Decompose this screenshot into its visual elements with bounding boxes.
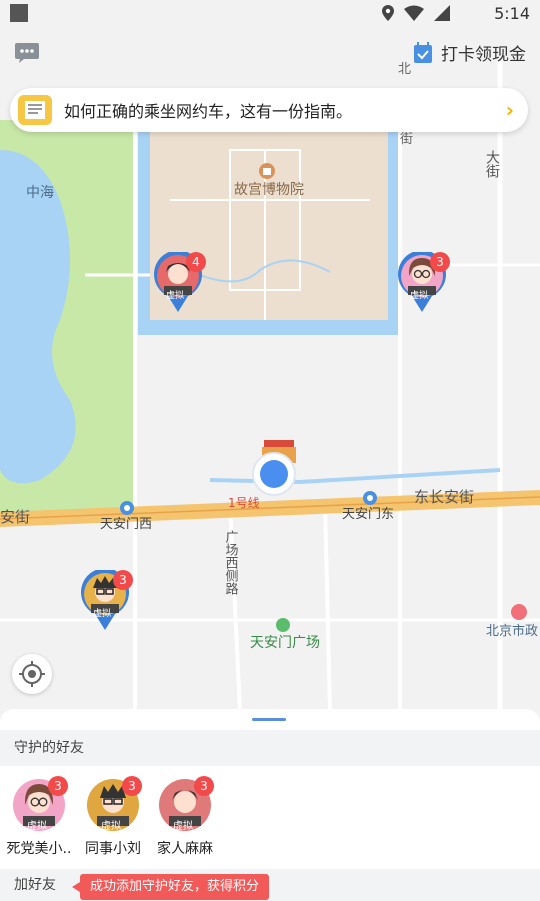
friend-item-1[interactable]: 虚拟 3 死党美小.. [0, 776, 78, 858]
friend-count-badge: 3 [122, 776, 142, 796]
newspaper-icon [18, 95, 52, 125]
map-label-palace: 故宫博物院 [234, 181, 304, 198]
signal-icon [434, 5, 450, 21]
notice-text: 如何正确的乘坐网约车，这有一份指南。 [64, 102, 353, 121]
map-label-east-changan: 东长安街 [414, 488, 474, 506]
status-time: 5:14 [494, 4, 530, 23]
app-notification-icon [10, 4, 28, 22]
map-label-line1: 1号线 [228, 496, 260, 510]
map-label-tiananmen-east: 天安门东 [342, 507, 394, 522]
notice-banner[interactable]: 如何正确的乘坐网约车，这有一份指南。 › [10, 88, 528, 132]
marker-count-badge: 4 [186, 252, 206, 272]
status-bar: 5:14 [0, 0, 540, 28]
locate-button[interactable] [12, 654, 52, 694]
chat-icon[interactable] [14, 42, 40, 64]
friend-count-badge: 3 [194, 776, 214, 796]
friend-tag: 虚拟 [27, 821, 47, 832]
map-marker-friend-2[interactable]: 虚拟 3 [396, 252, 450, 314]
friend-count-badge: 3 [48, 776, 68, 796]
marker-tag: 虚拟 [410, 291, 429, 301]
map-label-an-jie: 安街 [0, 508, 30, 526]
map-label-beijing-city: 北京市政 [486, 623, 538, 639]
wifi-icon [404, 5, 424, 21]
friend-item-3[interactable]: 虚拟 3 家人麻麻 [146, 776, 224, 858]
chevron-right-icon: › [505, 98, 514, 122]
marker-tag: 虚拟 [166, 291, 185, 301]
map-marker-friend-1[interactable]: 虚拟 4 [152, 252, 206, 314]
map-marker-friend-3[interactable]: 虚拟 3 [79, 570, 133, 632]
friend-tag: 虚拟 [101, 821, 121, 832]
checkin-label: 打卡领现金 [441, 45, 526, 65]
success-toast: 成功添加守护好友，获得积分 [71, 874, 270, 900]
map-label-street-right: 大街 [484, 150, 500, 178]
calendar-check-icon [414, 41, 432, 63]
friend-item-2[interactable]: 虚拟 3 同事小刘 [74, 776, 152, 858]
map-label-street-left: 北 [398, 62, 411, 77]
crosshair-icon [19, 661, 45, 687]
map-label-street-mid: 街 [400, 132, 413, 147]
marker-count-badge: 3 [430, 252, 450, 272]
map-label-zhonghai: 中海 [26, 185, 54, 201]
checkin-button[interactable]: 打卡领现金 [413, 40, 526, 65]
marker-tag: 虚拟 [93, 609, 112, 619]
friend-name: 家人麻麻 [157, 841, 213, 857]
location-icon [382, 5, 394, 21]
sheet-drag-handle[interactable] [252, 718, 286, 721]
friend-tag: 虚拟 [173, 821, 193, 832]
friend-name: 同事小刘 [85, 841, 141, 857]
map-label-square-west-road: 广场西侧路 [223, 530, 239, 595]
guard-friends-header: 守护的好友 [0, 730, 540, 766]
marker-count-badge: 3 [113, 570, 133, 590]
map-label-tiananmen-square: 天安门广场 [250, 635, 320, 651]
map-label-tiananmen-west: 天安门西 [100, 517, 152, 532]
friend-name: 死党美小.. [6, 841, 72, 857]
